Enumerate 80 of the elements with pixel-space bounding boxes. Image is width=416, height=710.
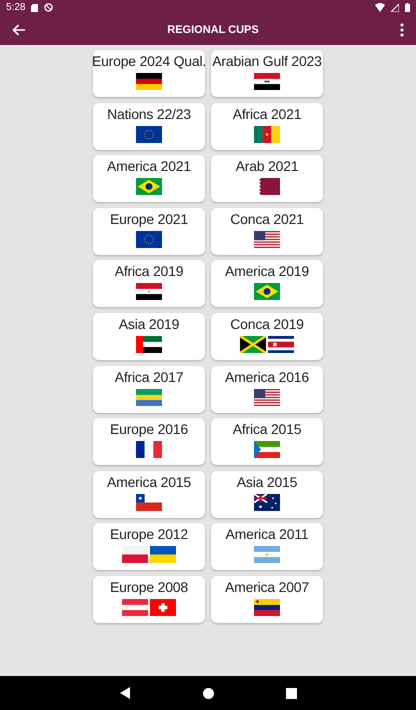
cup-card[interactable]: Conca 2021 bbox=[211, 208, 323, 255]
signal-icon bbox=[391, 4, 399, 12]
flag-icon bbox=[136, 494, 162, 511]
flag-icon bbox=[136, 283, 162, 300]
flag-icon bbox=[136, 336, 162, 353]
cup-card[interactable]: Nations 22/23 bbox=[93, 102, 205, 150]
cup-card[interactable]: Africa 2021 bbox=[211, 102, 323, 150]
cup-card[interactable]: Africa 2017 bbox=[93, 366, 205, 413]
flag-icon bbox=[254, 388, 280, 406]
flag-icon bbox=[254, 494, 280, 511]
cup-label: Africa 2019 bbox=[114, 263, 184, 280]
flag-icon bbox=[136, 126, 162, 143]
cup-label: Asia 2019 bbox=[118, 316, 180, 332]
cup-label: Conca 2019 bbox=[230, 316, 304, 332]
cup-card[interactable]: America 2016 bbox=[211, 366, 323, 413]
flag-icon bbox=[136, 388, 162, 406]
more-options-icon[interactable] bbox=[400, 23, 404, 37]
cup-label: Arab 2021 bbox=[236, 158, 298, 174]
cup-label: America 2021 bbox=[107, 158, 191, 174]
cup-card[interactable]: Europe 2021 bbox=[93, 208, 205, 255]
flag-icon bbox=[268, 336, 294, 353]
flag-icon bbox=[254, 230, 280, 248]
cup-card[interactable]: America 2021 bbox=[93, 155, 205, 202]
flag-icon bbox=[254, 126, 280, 143]
cup-label: Nations 22/23 bbox=[107, 106, 191, 122]
flag-icon bbox=[122, 546, 148, 564]
cup-card[interactable]: Europe 2016 bbox=[93, 418, 205, 466]
cup-label: Africa 2021 bbox=[232, 106, 302, 122]
cup-label: America 2015 bbox=[107, 474, 191, 490]
cup-card[interactable]: Asia 2015 bbox=[211, 470, 323, 518]
flag-icon bbox=[254, 283, 280, 300]
cup-label: Europe 2012 bbox=[110, 526, 188, 542]
flag-icon bbox=[136, 441, 162, 458]
cup-label: Europe 2016 bbox=[110, 421, 188, 438]
flag-icon bbox=[254, 73, 280, 90]
cup-label: Europe 2024 Qual. bbox=[92, 53, 206, 69]
cup-label: Asia 2015 bbox=[236, 474, 298, 490]
recents-icon[interactable] bbox=[286, 688, 296, 698]
flag-icon bbox=[254, 178, 280, 196]
flag-icon bbox=[254, 598, 280, 616]
cup-label: Africa 2015 bbox=[232, 421, 302, 438]
flag-icon bbox=[150, 546, 176, 564]
cup-card[interactable]: Asia 2019 bbox=[93, 312, 205, 360]
cup-label: Africa 2017 bbox=[114, 368, 184, 385]
flag-icon bbox=[254, 546, 280, 564]
cup-label: Arabian Gulf 2023 bbox=[212, 53, 322, 69]
flag-icon bbox=[136, 178, 162, 196]
flag-icon bbox=[136, 230, 162, 248]
cup-card[interactable]: Europe 2008 bbox=[93, 576, 205, 623]
cup-card[interactable]: America 2007 bbox=[211, 576, 323, 623]
home-icon[interactable] bbox=[202, 688, 214, 698]
back-icon[interactable] bbox=[120, 687, 130, 699]
flag-icon bbox=[122, 598, 148, 616]
cup-card[interactable]: Africa 2019 bbox=[93, 260, 205, 308]
cup-label: America 2016 bbox=[225, 368, 309, 385]
cup-label: America 2007 bbox=[225, 578, 309, 595]
cup-label: America 2019 bbox=[225, 263, 309, 280]
cup-card[interactable]: Europe 2024 Qual. bbox=[93, 50, 205, 97]
flag-icon bbox=[150, 598, 176, 616]
sd-card-icon bbox=[31, 4, 38, 12]
cup-card[interactable]: Conca 2019 bbox=[211, 312, 323, 360]
cup-label: Europe 2008 bbox=[110, 578, 188, 595]
back-arrow-icon[interactable] bbox=[12, 24, 26, 36]
status-time: 5:28 bbox=[6, 2, 26, 13]
cup-card[interactable]: America 2019 bbox=[211, 260, 323, 308]
cup-label: Europe 2021 bbox=[110, 210, 188, 227]
cup-card[interactable]: Europe 2012 bbox=[93, 523, 205, 570]
cup-card[interactable]: America 2015 bbox=[93, 470, 205, 518]
cup-card[interactable]: Africa 2015 bbox=[211, 418, 323, 466]
screen-title: REGIONAL CUPS bbox=[166, 24, 260, 36]
wifi-icon bbox=[375, 3, 385, 12]
cup-label: America 2011 bbox=[226, 526, 308, 542]
battery-icon bbox=[405, 3, 410, 12]
flag-icon bbox=[136, 73, 162, 90]
cup-card[interactable]: Arab 2021 bbox=[211, 155, 323, 202]
cup-card[interactable]: America 2011 bbox=[211, 523, 323, 570]
flag-icon bbox=[240, 336, 266, 353]
cup-label: Conca 2021 bbox=[230, 210, 304, 227]
flag-icon bbox=[254, 441, 280, 458]
cup-card[interactable]: Arabian Gulf 2023 bbox=[211, 50, 323, 97]
